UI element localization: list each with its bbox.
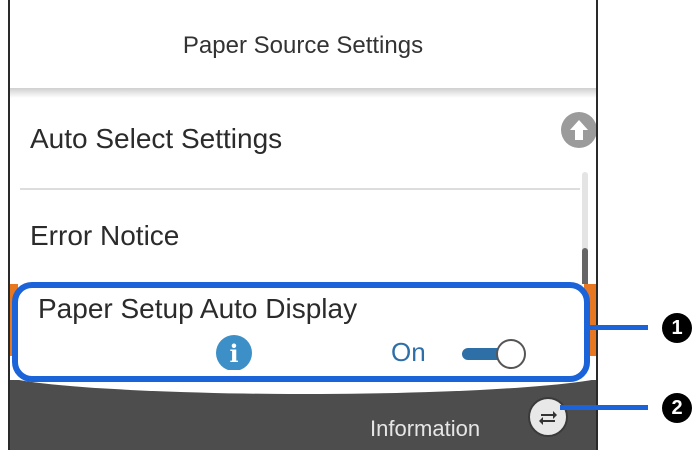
arrow-up-icon <box>570 120 588 140</box>
callout-line-1 <box>590 325 648 330</box>
callout-number-2: 2 <box>662 393 692 423</box>
menu-item-label: Auto Select Settings <box>30 123 283 154</box>
callout-line-2 <box>560 405 648 410</box>
switch-button[interactable] <box>528 397 568 437</box>
information-label[interactable]: Information <box>370 416 480 442</box>
scroll-up-button[interactable] <box>561 112 596 148</box>
swap-arrows-icon <box>539 411 557 425</box>
page-title: Paper Source Settings <box>182 32 424 59</box>
callout-highlight-box <box>12 282 590 382</box>
menu-item-auto-select-settings[interactable]: Auto Select Settings <box>10 96 596 188</box>
menu-item-error-notice[interactable]: Error Notice <box>10 192 596 280</box>
callout-number-1: 1 <box>662 313 692 343</box>
divider <box>20 188 580 190</box>
printer-panel-screen: Paper Source Settings Auto Select Settin… <box>8 0 598 450</box>
menu-item-label: Error Notice <box>30 220 180 251</box>
